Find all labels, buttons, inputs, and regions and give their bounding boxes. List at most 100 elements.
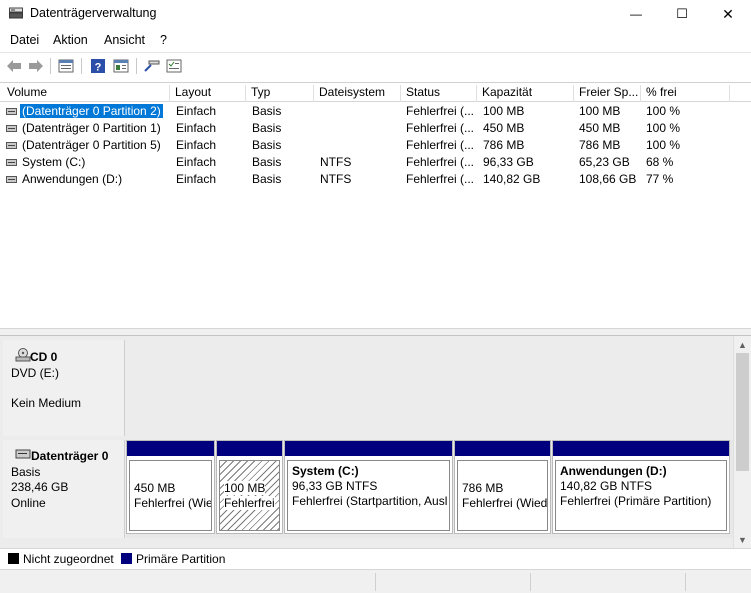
pane-splitter[interactable]	[0, 328, 751, 336]
svg-text:?: ?	[95, 62, 102, 74]
volume-layout: Einfach	[176, 104, 217, 118]
scroll-up-button[interactable]: ▲	[734, 336, 751, 353]
volume-kapazitaet: 786 MB	[483, 138, 525, 152]
maximize-button[interactable]: ☐	[659, 0, 705, 28]
minimize-button[interactable]: —	[613, 0, 659, 28]
volume-kapazitaet: 100 MB	[483, 104, 525, 118]
forward-button[interactable]	[27, 57, 45, 75]
connect-button[interactable]	[143, 57, 161, 75]
window-title: Datenträgerverwaltung	[30, 6, 157, 20]
menu-ansicht[interactable]: Ansicht	[104, 33, 145, 47]
volume-kapazitaet: 140,82 GB	[483, 172, 541, 186]
view-icon	[113, 59, 129, 73]
volume-icon	[6, 125, 17, 132]
column-header-typ[interactable]: Typ	[247, 85, 314, 102]
vertical-scrollbar[interactable]: ▲ ▼	[733, 336, 751, 548]
primary-partition-bar	[553, 441, 729, 456]
toolbar-separator	[50, 58, 51, 74]
volume-icon	[6, 159, 17, 166]
volume-prozent: 100 %	[646, 104, 681, 118]
chevron-up-icon: ▲	[738, 339, 747, 350]
unallocated-swatch	[8, 553, 19, 564]
toolbar: ?	[0, 52, 751, 78]
table-row[interactable]: (Datenträger 0 Partition 1) Einfach Basi…	[0, 120, 751, 137]
column-header-prozent-frei[interactable]: % frei	[642, 85, 730, 102]
volume-dateisystem: NTFS	[320, 172, 352, 186]
volume-name: (Datenträger 0 Partition 5)	[22, 138, 161, 152]
partition-system-inner: System (C:) 96,33 GB NTFS Fehlerfrei (St…	[287, 460, 450, 531]
column-header-volume[interactable]: Volume	[3, 85, 170, 102]
properties-icon	[58, 59, 74, 73]
menu-help[interactable]: ?	[160, 33, 167, 47]
volume-typ: Basis	[252, 155, 282, 169]
column-header-freier-speicher[interactable]: Freier Sp...	[575, 85, 641, 102]
volume-typ: Basis	[252, 172, 282, 186]
volume-icon	[6, 176, 17, 183]
volume-status: Fehlerfrei (...	[406, 172, 475, 186]
partition-status: Fehlerfrei (Primäre Partition)	[560, 494, 712, 508]
scrollbar-thumb[interactable]	[736, 353, 749, 471]
close-icon: ✕	[722, 5, 734, 22]
volume-name: Anwendungen (D:)	[22, 172, 123, 186]
primary-partition-bar	[285, 441, 452, 456]
cd0-body[interactable]	[126, 340, 733, 436]
volume-frei: 65,23 GB	[579, 155, 630, 169]
volume-name: System (C:)	[22, 155, 86, 169]
toolbar-separator	[136, 58, 137, 74]
volume-kapazitaet: 96,33 GB	[483, 155, 534, 169]
partition-size: 96,33 GB NTFS	[292, 479, 378, 493]
help-button[interactable]: ?	[89, 57, 107, 75]
cd0-media: Kein Medium	[11, 396, 82, 410]
volume-list: Volume Layout Typ Dateisystem Status Kap…	[0, 82, 751, 328]
partition-1[interactable]: 450 MB Fehlerfrei (Wie	[126, 440, 215, 534]
volume-status: Fehlerfrei (...	[406, 104, 475, 118]
view-button[interactable]	[112, 57, 130, 75]
partition-anwendungen-d[interactable]: Anwendungen (D:) 140,82 GB NTFS Fehlerfr…	[552, 440, 730, 534]
close-button[interactable]: ✕	[705, 0, 751, 28]
volume-layout: Einfach	[176, 138, 217, 152]
volume-list-header: Volume Layout Typ Dateisystem Status Kap…	[0, 83, 751, 102]
title-bar: Datenträgerverwaltung — ☐ ✕	[0, 0, 751, 28]
toolbar-separator	[81, 58, 82, 74]
partition-2-inner-selected: 100 MB Fehlerfrei	[219, 460, 280, 531]
partition-size: 100 MB	[224, 481, 266, 495]
cd0-label[interactable]: CD 0 DVD (E:) Kein Medium	[3, 340, 125, 436]
volume-icon	[6, 142, 17, 149]
column-header-dateisystem[interactable]: Dateisystem	[315, 85, 401, 102]
volume-layout: Einfach	[176, 121, 217, 135]
partition-anwendungen-inner: Anwendungen (D:) 140,82 GB NTFS Fehlerfr…	[555, 460, 727, 531]
volume-layout: Einfach	[176, 155, 217, 169]
partition-status: Fehlerfrei	[224, 496, 275, 510]
scroll-down-button[interactable]: ▼	[734, 531, 751, 548]
disk0-name: Datenträger 0	[31, 449, 109, 463]
list-button[interactable]	[165, 57, 183, 75]
disk0-label[interactable]: Datenträger 0 Basis 238,46 GB Online	[3, 440, 125, 538]
list-icon	[166, 59, 182, 73]
volume-frei: 108,66 GB	[579, 172, 637, 186]
cd0-name: CD 0	[30, 350, 58, 364]
volume-layout: Einfach	[176, 172, 217, 186]
disk-management-app-icon	[9, 7, 23, 19]
volume-status: Fehlerfrei (...	[406, 121, 475, 135]
volume-typ: Basis	[252, 138, 282, 152]
partition-size: 786 MB	[462, 481, 504, 495]
volume-kapazitaet: 450 MB	[483, 121, 525, 135]
volume-status: Fehlerfrei (...	[406, 138, 475, 152]
menu-aktion[interactable]: Aktion	[53, 33, 88, 47]
table-row[interactable]: System (C:) Einfach Basis NTFS Fehlerfre…	[0, 154, 751, 171]
properties-button[interactable]	[57, 57, 75, 75]
back-button[interactable]	[5, 57, 23, 75]
partition-4[interactable]: 786 MB Fehlerfrei (Wied	[454, 440, 551, 534]
partition-title: Anwendungen (D:)	[560, 464, 667, 478]
column-header-kapazitaet[interactable]: Kapazität	[478, 85, 574, 102]
partition-system-c[interactable]: System (C:) 96,33 GB NTFS Fehlerfrei (St…	[284, 440, 453, 534]
menu-datei[interactable]: Datei	[10, 33, 39, 47]
partition-2[interactable]: 100 MB Fehlerfrei	[216, 440, 283, 534]
table-row[interactable]: (Datenträger 0 Partition 5) Einfach Basi…	[0, 137, 751, 154]
volume-name: (Datenträger 0 Partition 1)	[22, 121, 161, 135]
column-header-status[interactable]: Status	[402, 85, 477, 102]
table-row[interactable]: (Datenträger 0 Partition 2) Einfach Basi…	[0, 103, 751, 120]
table-row[interactable]: Anwendungen (D:) Einfach Basis NTFS Fehl…	[0, 171, 751, 188]
column-header-layout[interactable]: Layout	[171, 85, 246, 102]
legend-unallocated: Nicht zugeordnet	[23, 552, 114, 566]
